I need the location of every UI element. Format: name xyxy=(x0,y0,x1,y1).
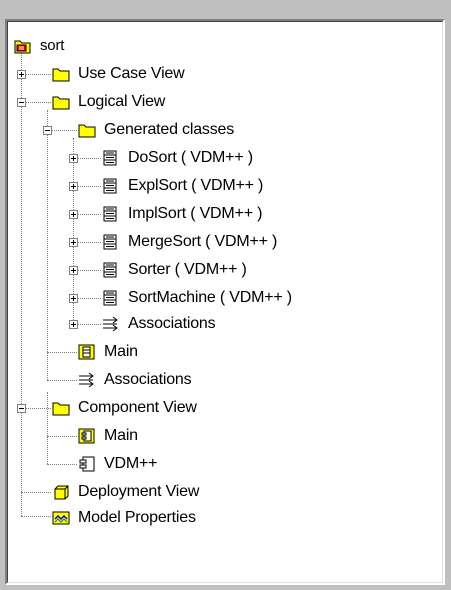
expand-use-case-view[interactable] xyxy=(17,70,26,79)
tree-node-sorter[interactable]: Sorter ( VDM++ ) xyxy=(102,258,249,282)
component-icon xyxy=(78,456,96,472)
class-icon xyxy=(102,178,120,194)
tree-node-label: MergeSort ( VDM++ ) xyxy=(128,233,278,250)
tree-node-label: Generated classes xyxy=(104,121,235,138)
tree-line xyxy=(47,436,77,437)
tree-node-label: Associations xyxy=(128,315,216,332)
tree-node-label: Use Case View xyxy=(78,65,185,82)
tree-line xyxy=(47,110,48,380)
tree-line xyxy=(21,492,51,493)
tree-node-label: Component View xyxy=(78,399,197,416)
collapse-generated-classes[interactable] xyxy=(43,126,52,135)
expand-associations-inner[interactable] xyxy=(69,320,78,329)
tree-node-generated-classes[interactable]: Generated classes xyxy=(78,118,236,142)
tree-node-label: sort xyxy=(40,37,65,54)
associations-icon xyxy=(78,372,96,388)
component-diagram-icon xyxy=(78,428,96,444)
model-root-icon xyxy=(14,38,32,54)
associations-icon xyxy=(102,316,120,332)
tree-node-root[interactable]: sort xyxy=(14,34,66,58)
tree-node-use-case-view[interactable]: Use Case View xyxy=(52,62,187,86)
tree-node-component-view[interactable]: Component View xyxy=(52,396,199,420)
tree-line xyxy=(47,352,77,353)
tree-node-dosort[interactable]: DoSort ( VDM++ ) xyxy=(102,146,255,170)
tree-line xyxy=(47,392,48,464)
folder-icon xyxy=(52,66,70,82)
tree-node-deployment-view[interactable]: Deployment View xyxy=(52,480,201,504)
tree-node-associations-inner[interactable]: Associations xyxy=(102,312,217,336)
tree-node-label: ExplSort ( VDM++ ) xyxy=(128,177,264,194)
folder-icon xyxy=(78,122,96,138)
tree-node-main-component[interactable]: Main xyxy=(78,424,140,448)
tree-node-sortmachine[interactable]: SortMachine ( VDM++ ) xyxy=(102,286,294,310)
tree-node-label: DoSort ( VDM++ ) xyxy=(128,149,253,166)
expand-implsort[interactable] xyxy=(69,210,78,219)
class-diagram-icon xyxy=(78,344,96,360)
class-icon xyxy=(102,206,120,222)
tree-view-border: sort Use Case View Logical View Generate… xyxy=(7,21,443,583)
tree-node-label: Model Properties xyxy=(78,509,196,526)
tree-node-model-properties[interactable]: Model Properties xyxy=(52,506,198,530)
expand-dosort[interactable] xyxy=(69,154,78,163)
browser-panel: sort Use Case View Logical View Generate… xyxy=(5,19,445,585)
tree-node-vdmpp-component[interactable]: VDM++ xyxy=(78,452,159,476)
expand-explsort[interactable] xyxy=(69,182,78,191)
tree-node-main-logical[interactable]: Main xyxy=(78,340,140,364)
expand-sorter[interactable] xyxy=(69,266,78,275)
tree-node-label: Deployment View xyxy=(78,483,200,500)
collapse-component-view[interactable] xyxy=(17,404,26,413)
expand-sortmachine[interactable] xyxy=(69,294,78,303)
expand-mergesort[interactable] xyxy=(69,238,78,247)
tree-line xyxy=(47,464,77,465)
deployment-icon xyxy=(52,484,70,500)
folder-icon xyxy=(52,400,70,416)
tree-node-label: ImplSort ( VDM++ ) xyxy=(128,205,263,222)
tree-node-label: VDM++ xyxy=(104,455,158,472)
tree-node-logical-view[interactable]: Logical View xyxy=(52,90,167,114)
model-tree[interactable]: sort Use Case View Logical View Generate… xyxy=(8,22,442,582)
class-icon xyxy=(102,290,120,306)
tree-node-associations-logical[interactable]: Associations xyxy=(78,368,193,392)
folder-icon xyxy=(52,94,70,110)
tree-node-mergesort[interactable]: MergeSort ( VDM++ ) xyxy=(102,230,279,254)
class-icon xyxy=(102,234,120,250)
tree-node-label: Main xyxy=(104,343,138,360)
tree-line xyxy=(21,52,22,516)
collapse-logical-view[interactable] xyxy=(17,98,26,107)
tree-node-label: Logical View xyxy=(78,93,166,110)
tree-node-label: SortMachine ( VDM++ ) xyxy=(128,289,292,306)
tree-node-label: Sorter ( VDM++ ) xyxy=(128,261,247,278)
tree-node-implsort[interactable]: ImplSort ( VDM++ ) xyxy=(102,202,264,226)
tree-line xyxy=(47,380,77,381)
tree-node-label: Associations xyxy=(104,371,192,388)
class-icon xyxy=(102,262,120,278)
tree-node-label: Main xyxy=(104,427,138,444)
tree-node-explsort[interactable]: ExplSort ( VDM++ ) xyxy=(102,174,265,198)
class-icon xyxy=(102,150,120,166)
tree-line xyxy=(21,516,51,517)
model-properties-icon xyxy=(52,510,70,526)
